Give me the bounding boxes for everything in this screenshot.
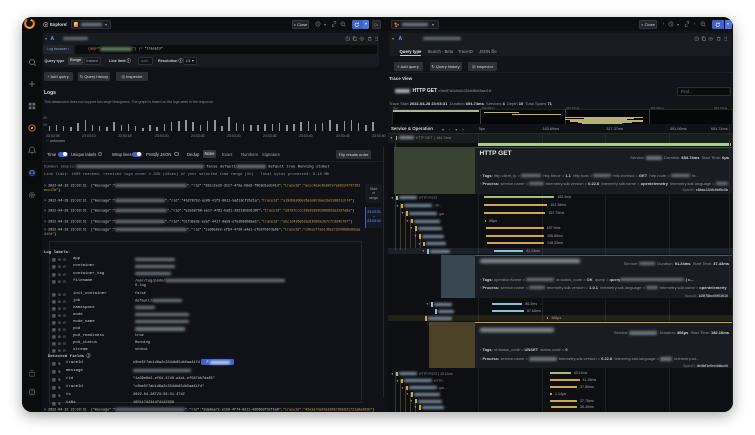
svg-text:?: ? bbox=[30, 390, 33, 395]
